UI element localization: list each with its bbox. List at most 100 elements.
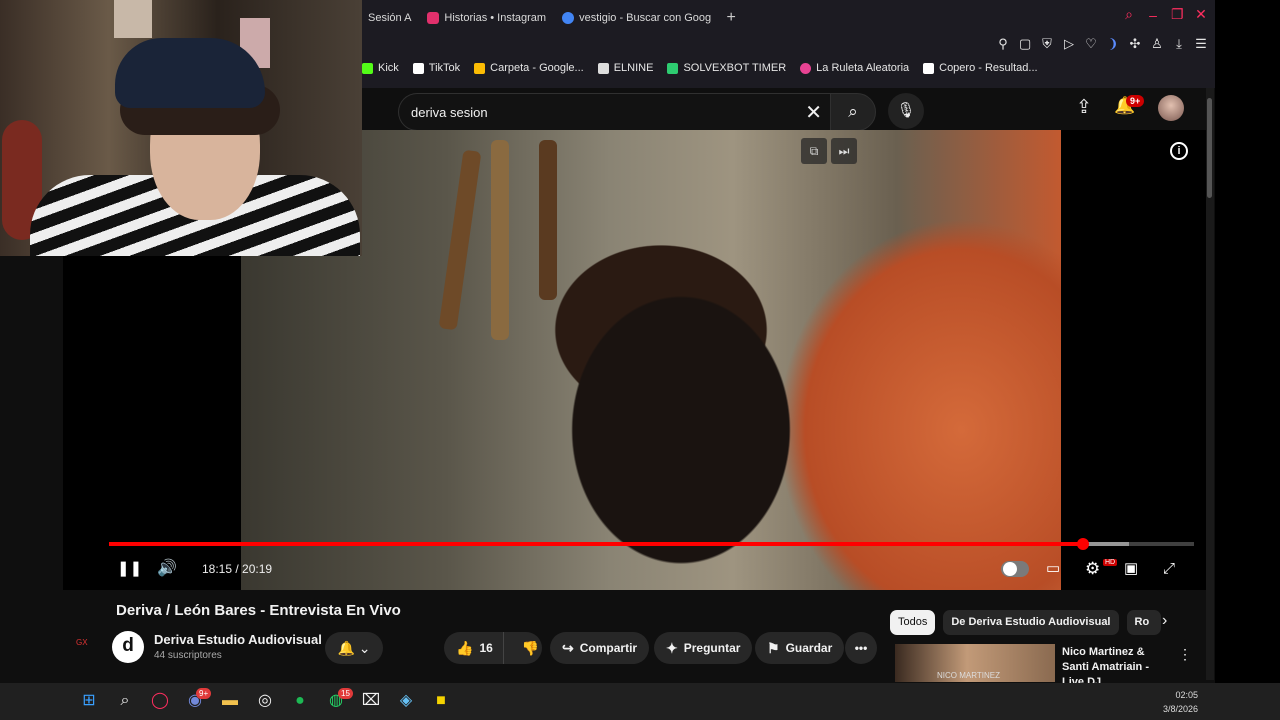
like-dislike-group: 👍 16 👎 [444,632,542,664]
chip-channel[interactable]: De Deriva Estudio Audiovisual [943,610,1119,635]
play-icon[interactable]: ▷ [1063,36,1075,52]
shield-icon[interactable]: ⛨ [1041,36,1053,52]
right-panel [1215,0,1280,683]
save-label: Guardar [785,641,833,655]
hd-badge: HD [1103,559,1118,566]
extension-icon[interactable]: ❩ [1107,36,1119,52]
more-actions-button[interactable]: ••• [845,632,877,664]
spotify-icon[interactable]: ● [290,691,310,711]
chevron-right-icon[interactable]: › [1162,612,1167,630]
tab-instagram[interactable]: Historias • Instagram [421,5,556,31]
settings-gear-icon[interactable]: ⚙ [1085,555,1100,583]
chip-partial[interactable]: Ro [1126,610,1161,635]
window-controls: ⌕ – ❐ ✕ [1123,6,1207,23]
chip-all[interactable]: Todos [890,610,936,635]
notification-badge: 9+ [1126,95,1145,107]
puzzle-icon[interactable]: ✣ [1129,36,1141,52]
progress-scrubber[interactable] [1077,538,1090,550]
youtube-header: deriva sesion ✕ ⌕ 🎙 ⇪ 🔔 9+ [362,88,1215,131]
steam-icon[interactable]: ◈ [396,691,416,711]
guitar-image [438,149,482,331]
share-label: Compartir [579,641,638,655]
tab-label: Sesión A [368,12,412,24]
snapshot-icon[interactable]: ▢ [1019,36,1031,52]
bookmark-copero[interactable]: Copero - Resultad... [923,62,1038,74]
restore-icon[interactable]: ❐ [1171,6,1184,23]
bookmark-ruleta[interactable]: La Ruleta Aleatoria [800,62,909,74]
discord-badge: 9+ [196,688,212,699]
subscription-bell-button[interactable]: 🔔 ⌄ [325,632,383,664]
more-vert-icon[interactable]: ⋮ [1178,646,1192,663]
more-icon: ••• [854,641,868,655]
miniplayer-icon[interactable]: ⧉ [801,138,827,164]
skip-icon[interactable]: ⏭ [831,138,857,164]
channel-avatar[interactable]: d [112,631,144,663]
channel-name[interactable]: Deriva Estudio Audiovisual [154,632,322,647]
ask-button[interactable]: ✦ Preguntar [654,632,753,664]
capcut-icon[interactable]: ⌧ [361,691,381,711]
poster-image [114,0,152,38]
info-icon[interactable]: i [1170,142,1188,160]
fullscreen-icon[interactable]: ⤢ [1163,555,1175,583]
elnine-icon [597,62,609,74]
dislike-button[interactable]: 👎 [510,632,551,664]
sticky-notes-icon[interactable]: ■ [431,691,451,711]
user-avatar[interactable] [1158,95,1184,121]
recommendation-thumbnail[interactable]: NICO MARTINEZ [895,644,1055,682]
progress-bar[interactable] [109,538,1194,550]
like-count: 16 [479,641,493,655]
windows-taskbar: ⊞ ⌕ ◯ ◉ 9+ ▬ ◎ ● ◍ 15 ⌧ ◈ ■ 02:05 3/8/20… [0,683,1280,720]
bell-icon: 🔔 [337,640,355,656]
minimize-icon[interactable]: – [1147,7,1159,23]
close-icon[interactable]: ✕ [1195,6,1207,23]
wallet-icon[interactable]: ♙ [1151,36,1163,52]
volume-icon[interactable]: 🔊 [157,555,177,583]
file-explorer-icon[interactable]: ▬ [220,691,240,711]
scrollbar-thumb[interactable] [1207,98,1212,198]
new-tab-button[interactable]: + [721,9,741,27]
bookmark-elnine[interactable]: ELNINE [597,62,653,74]
opera-gx-icon[interactable]: ◯ [150,691,170,711]
share-icon: ↪ [562,639,574,656]
baseball-cap [115,38,265,108]
search-icon[interactable]: ⌕ [115,691,135,711]
bookmark-icon: ⚑ [767,639,780,656]
subtitles-icon[interactable]: ▭ [1046,555,1060,583]
heart-icon[interactable]: ♡ [1085,36,1097,52]
theater-mode-icon[interactable]: ▣ [1124,555,1138,583]
ask-label: Preguntar [683,641,741,655]
bookmark-solvexbot[interactable]: SOLVEXBOT TIMER [667,62,786,74]
clear-search-icon[interactable]: ✕ [805,100,822,125]
microphone-icon: 🎙 [896,102,916,119]
windows-start-icon[interactable]: ⊞ [79,691,99,711]
tab-session[interactable]: Sesión A [362,5,421,31]
tab-google[interactable]: vestigio - Buscar con Goog [556,5,721,31]
video-frame[interactable]: ⧉ ⏭ [241,130,1061,590]
upload-icon[interactable]: ⇪ [1076,96,1092,119]
bookmark-drive-folder[interactable]: Carpeta - Google... [474,62,584,74]
app-icon[interactable]: ◎ [255,691,275,711]
google-icon [562,12,575,24]
like-button[interactable]: 👍 16 [444,632,504,664]
search-input[interactable]: deriva sesion ✕ [398,93,830,131]
bookmark-tiktok[interactable]: TikTok [412,62,460,74]
pin-icon[interactable]: ⚲ [997,36,1009,52]
clock-date: 3/8/2026 [1162,704,1198,714]
bookmark-kick[interactable]: Kick [362,62,399,74]
voice-search-button[interactable]: 🎙 [888,93,924,129]
pause-icon[interactable]: ❚❚ [117,555,142,583]
save-button[interactable]: ⚑ Guardar [755,632,845,664]
tab-strip: Sesión A Historias • Instagram vestigio … [362,4,741,32]
autoplay-toggle[interactable] [1001,561,1029,577]
download-icon[interactable]: ⤓ [1173,36,1185,52]
search-icon[interactable]: ⌕ [1123,6,1135,23]
menu-icon[interactable]: ☰ [1195,36,1207,52]
search-button[interactable]: ⌕ [830,93,876,131]
search-icon: ⌕ [848,102,858,121]
solvexbot-icon [667,62,679,74]
system-clock[interactable]: 02:05 3/8/2026 [1163,688,1198,716]
share-button[interactable]: ↪ Compartir [550,632,650,664]
thumbs-up-icon: 👍 [456,639,474,656]
subscriber-count: 44 suscriptores [154,650,222,661]
webcam-overlay [0,0,362,256]
